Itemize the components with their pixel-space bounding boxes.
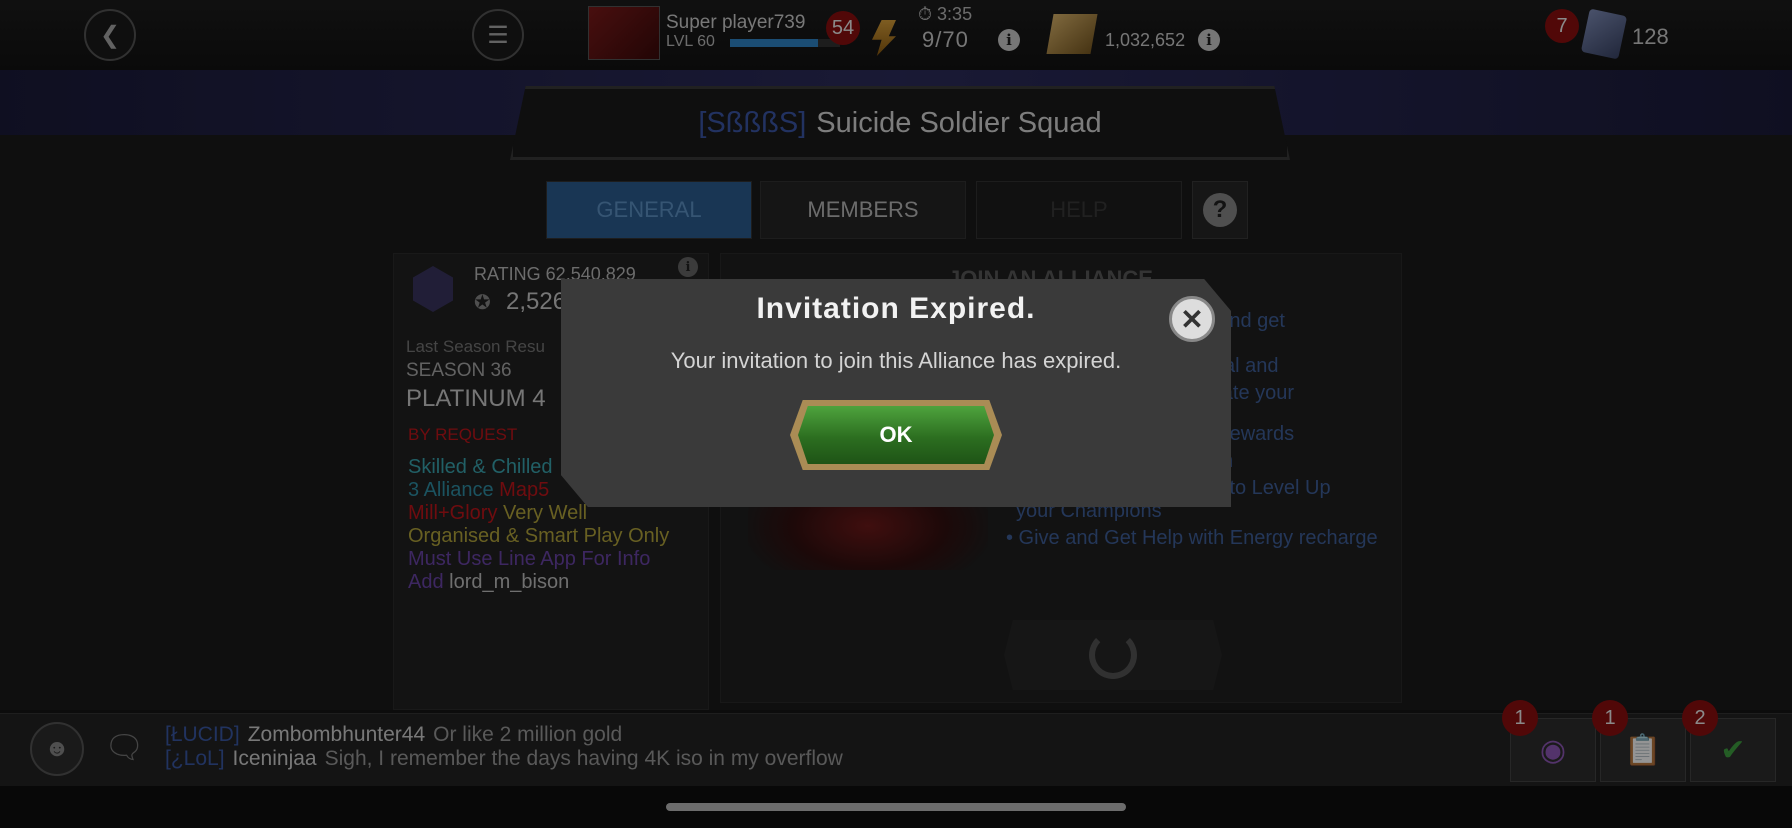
ok-button-label: OK — [798, 406, 994, 464]
close-icon: ✕ — [1180, 303, 1204, 335]
close-button[interactable]: ✕ — [1169, 296, 1215, 342]
ok-button[interactable]: OK — [790, 400, 1002, 470]
dialog-message: Your invitation to join this Alliance ha… — [670, 348, 1122, 373]
dialog-title: Invitation Expired. — [756, 292, 1036, 325]
